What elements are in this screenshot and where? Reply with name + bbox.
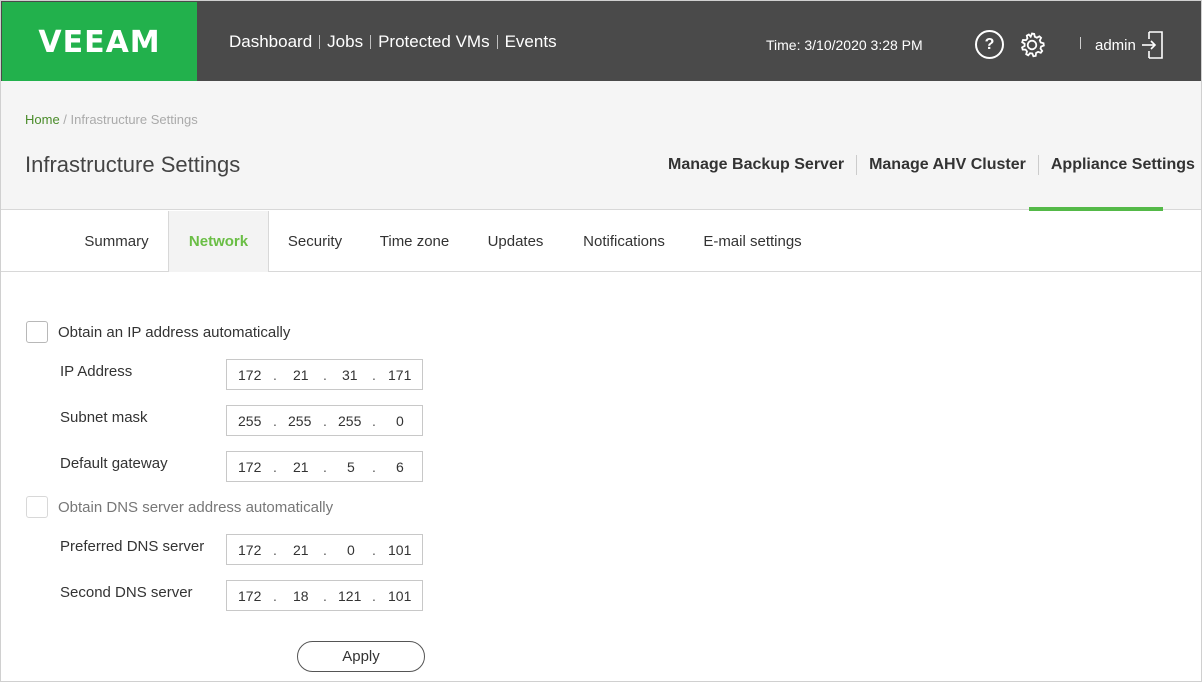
ip-address-field[interactable]: 172 . 21 . 31 . 171 — [226, 359, 423, 390]
second-dns-octet-2: 18 — [293, 588, 309, 604]
default-gateway-field[interactable]: 172 . 21 . 5 . 6 — [226, 451, 423, 482]
auto-dns-checkbox[interactable] — [26, 496, 48, 518]
help-glyph: ? — [984, 35, 995, 53]
gear-icon[interactable] — [1017, 30, 1047, 60]
page-header: Home / Infrastructure Settings Infrastru… — [1, 81, 1201, 210]
nav-separator — [496, 35, 498, 49]
subnet-mask-field[interactable]: 255 . 255 . 255 . 0 — [226, 405, 423, 436]
octet-dot: . — [372, 413, 376, 429]
octet-dot: . — [372, 542, 376, 558]
breadcrumb-current: Infrastructure Settings — [70, 112, 198, 127]
veeam-logo[interactable]: VEEAM — [2, 2, 197, 82]
pref-dns-octet-3: 0 — [347, 542, 355, 558]
second-dns-octet-3: 121 — [338, 588, 362, 604]
subnet-octet-2: 255 — [288, 413, 312, 429]
breadcrumb-home[interactable]: Home — [25, 112, 60, 127]
gateway-octet-4: 6 — [396, 459, 404, 475]
gateway-octet-3: 5 — [347, 459, 355, 475]
nav-separator — [370, 35, 372, 49]
octet-dot: . — [273, 542, 277, 558]
tab-summary[interactable]: Summary — [65, 211, 168, 271]
tab-network[interactable]: Network — [168, 211, 269, 272]
page-title: Infrastructure Settings — [25, 152, 241, 177]
gateway-octet-2: 21 — [293, 459, 309, 475]
section-nav: Manage Backup Server Manage AHV Cluster … — [668, 155, 1195, 175]
second-dns-field[interactable]: 172 . 18 . 121 . 101 — [226, 580, 423, 611]
tab-time-zone[interactable]: Time zone — [361, 211, 468, 271]
logout-icon[interactable] — [1141, 30, 1165, 60]
main-nav: Dashboard Jobs Protected VMs Events — [229, 32, 557, 52]
user-divider — [1080, 37, 1081, 49]
nav-dashboard[interactable]: Dashboard — [229, 32, 312, 52]
tab-email-settings[interactable]: E-mail settings — [685, 211, 820, 271]
octet-dot: . — [372, 459, 376, 475]
nav-protected-vms[interactable]: Protected VMs — [378, 32, 490, 52]
auto-ip-checkbox[interactable] — [26, 321, 48, 343]
ip-octet-1: 172 — [238, 367, 262, 383]
section-separator — [856, 155, 858, 175]
breadcrumb-separator: / — [59, 112, 71, 127]
help-icon[interactable]: ? — [975, 30, 1004, 59]
pref-dns-octet-4: 101 — [388, 542, 412, 558]
auto-ip-label: Obtain an IP address automatically — [58, 324, 291, 341]
nav-events[interactable]: Events — [505, 32, 557, 52]
octet-dot: . — [323, 413, 327, 429]
tab-bar: Summary Network Security Time zone Updat… — [1, 211, 1201, 272]
server-time: Time: 3/10/2020 3:28 PM — [766, 37, 923, 53]
gateway-octet-1: 172 — [238, 459, 262, 475]
app-window: VEEAM Dashboard Jobs Protected VMs Event… — [0, 0, 1202, 682]
second-dns-label: Second DNS server — [60, 584, 193, 601]
pref-dns-octet-2: 21 — [293, 542, 309, 558]
section-appliance-settings[interactable]: Appliance Settings — [1051, 156, 1195, 174]
second-dns-octet-4: 101 — [388, 588, 412, 604]
apply-button[interactable]: Apply — [297, 641, 425, 672]
octet-dot: . — [273, 459, 277, 475]
tab-updates[interactable]: Updates — [468, 211, 563, 271]
octet-dot: . — [273, 588, 277, 604]
octet-dot: . — [273, 367, 277, 383]
second-dns-octet-1: 172 — [238, 588, 262, 604]
subnet-mask-label: Subnet mask — [60, 409, 148, 426]
tab-notifications[interactable]: Notifications — [563, 211, 685, 271]
user-name[interactable]: admin — [1095, 37, 1136, 54]
tab-security[interactable]: Security — [269, 211, 361, 271]
subnet-octet-4: 0 — [396, 413, 404, 429]
section-separator — [1037, 155, 1039, 175]
octet-dot: . — [372, 588, 376, 604]
subnet-octet-1: 255 — [238, 413, 262, 429]
ip-octet-3: 31 — [342, 367, 358, 383]
octet-dot: . — [323, 588, 327, 604]
section-manage-ahv-cluster[interactable]: Manage AHV Cluster — [869, 156, 1026, 174]
nav-jobs[interactable]: Jobs — [327, 32, 363, 52]
subnet-octet-3: 255 — [338, 413, 362, 429]
ip-octet-2: 21 — [293, 367, 309, 383]
octet-dot: . — [323, 542, 327, 558]
breadcrumb: Home / Infrastructure Settings — [25, 112, 198, 127]
default-gateway-label: Default gateway — [60, 455, 168, 472]
ip-address-label: IP Address — [60, 363, 133, 380]
preferred-dns-field[interactable]: 172 . 21 . 0 . 101 — [226, 534, 423, 565]
logo-text: VEEAM — [38, 24, 161, 60]
preferred-dns-label: Preferred DNS server — [60, 538, 205, 555]
octet-dot: . — [323, 459, 327, 475]
nav-separator — [319, 35, 321, 49]
octet-dot: . — [372, 367, 376, 383]
pref-dns-octet-1: 172 — [238, 542, 262, 558]
octet-dot: . — [323, 367, 327, 383]
section-manage-backup-server[interactable]: Manage Backup Server — [668, 156, 844, 174]
ip-octet-4: 171 — [388, 367, 412, 383]
octet-dot: . — [273, 413, 277, 429]
auto-dns-label: Obtain DNS server address automatically — [58, 499, 334, 516]
